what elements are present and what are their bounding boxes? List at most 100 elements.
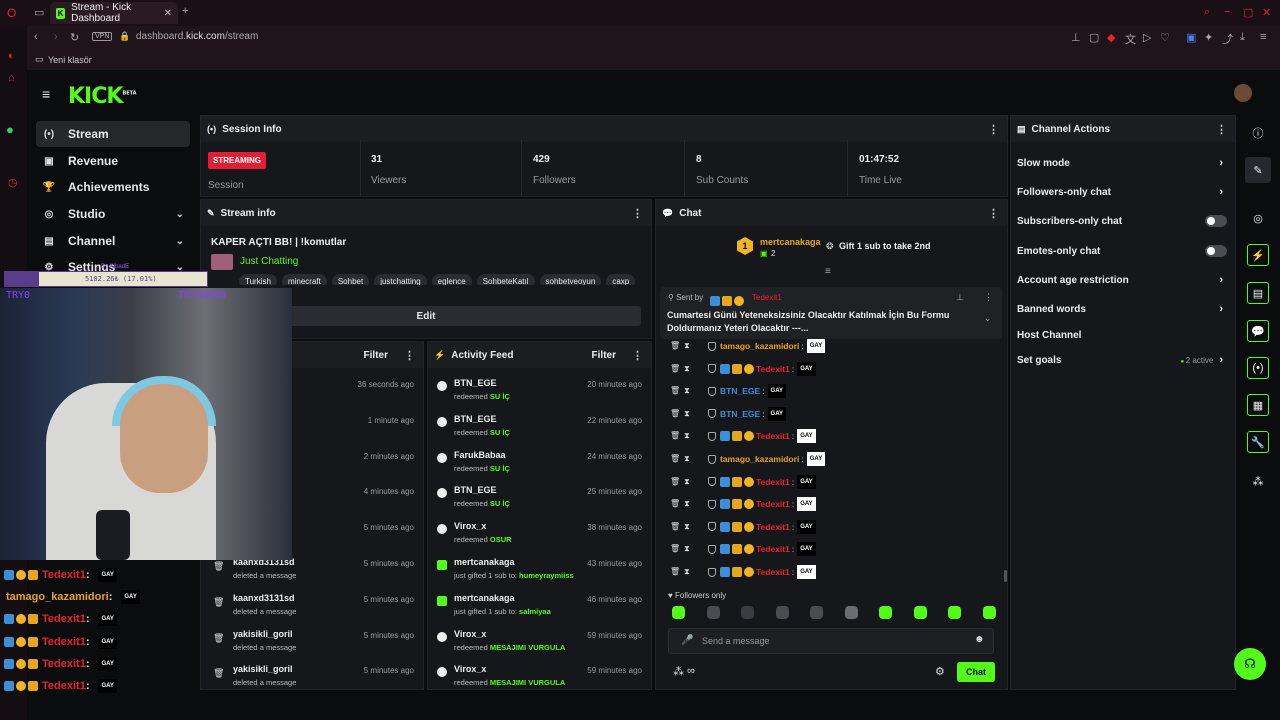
activity-user[interactable]: Virox_x — [454, 664, 486, 674]
activity-user[interactable]: BTN_EGE — [454, 378, 497, 388]
tag[interactable]: sohbetveoyun — [539, 274, 602, 285]
download-icon[interactable]: ⤓ — [1240, 31, 1245, 44]
group-icon[interactable]: ⁂ — [1245, 468, 1271, 494]
vpn-badge[interactable]: VPN — [92, 32, 113, 41]
bag-icon[interactable]: ⌂ — [8, 72, 15, 84]
tag[interactable]: SohbeteKatıl — [476, 274, 535, 285]
emote-icon[interactable] — [706, 606, 720, 619]
hamburger-menu-icon[interactable]: ≡ — [42, 86, 50, 102]
close-tab-icon[interactable]: ✕ — [164, 8, 172, 19]
user-avatar[interactable] — [1234, 84, 1252, 102]
gift-cta[interactable]: Gift 1 sub to take 2nd — [839, 241, 931, 251]
menu-icon[interactable]: ≡ — [1260, 31, 1266, 43]
chat-scrollbar[interactable] — [1004, 570, 1007, 582]
channel-action-slow-mode[interactable]: Slow mode › — [1017, 153, 1227, 173]
chat-username[interactable]: tamago_kazamidori — [720, 454, 799, 464]
opera-logo-icon[interactable]: O — [7, 6, 16, 20]
tag[interactable]: Turkish — [239, 274, 277, 285]
emote-icon[interactable] — [775, 606, 789, 619]
aria-icon[interactable]: ◐ — [8, 50, 15, 62]
collapse-icon[interactable]: ≡ — [825, 266, 831, 277]
activity-user[interactable]: mertcanakaga — [454, 593, 515, 603]
broadcast-icon[interactable]: (•) — [1247, 357, 1269, 379]
nav-studio[interactable]: ◎ Studio ⌄ — [36, 201, 190, 227]
browser-tab-active[interactable]: K Stream - Kick Dashboard ✕ — [50, 2, 178, 24]
kick-points-icon[interactable]: ⁂ — [673, 665, 684, 678]
channel-action-account-age-restriction[interactable]: Account age restriction › — [1017, 270, 1227, 290]
channel-action-banned-words[interactable]: Banned words › — [1017, 299, 1227, 319]
emote-icon[interactable] — [948, 606, 961, 619]
channel-action-set-goals[interactable]: Set goals ● 2 active › — [1017, 350, 1227, 370]
chat-username[interactable]: Tedexit1 — [756, 477, 790, 487]
tag[interactable]: justchatting — [374, 274, 427, 285]
history-icon[interactable]: ◷ — [8, 176, 18, 189]
mod-tools-icon[interactable]: 🗑⧗ — [670, 499, 708, 509]
info-icon[interactable]: ⓘ — [1245, 120, 1271, 146]
clipboard-icon[interactable]: ▤ — [1247, 282, 1269, 304]
kick-logo[interactable]: KICKBETA — [68, 84, 137, 109]
tag[interactable]: caxp — [606, 274, 636, 285]
adblock-icon[interactable]: ◆ — [1107, 31, 1115, 44]
activity-user[interactable]: mertcanakaga — [454, 557, 515, 567]
new-tab-icon[interactable]: + — [182, 5, 188, 17]
mod-tools-icon[interactable]: 🗑⧗ — [670, 567, 708, 577]
activity-user[interactable]: BTN_EGE — [454, 485, 497, 495]
activity-user[interactable]: Virox_x — [454, 521, 486, 531]
mod-tools-icon[interactable]: 🗑⧗ — [670, 454, 708, 464]
microphone-icon[interactable]: 🎤 — [681, 635, 693, 646]
support-chat-button[interactable]: ☊ — [1234, 648, 1266, 680]
mod-tools-icon[interactable]: 🗑⧗ — [670, 544, 708, 554]
bookmark-folder[interactable]: Yeni klasör — [48, 55, 92, 65]
minimize-icon[interactable]: − — [1224, 6, 1230, 18]
emote-icon[interactable] — [810, 606, 823, 619]
activity-user[interactable]: FarukBabaa — [454, 450, 506, 460]
chat-username[interactable]: Tedexit1 — [756, 431, 790, 441]
puzzle-icon[interactable]: ✦ — [1204, 31, 1213, 44]
activity-user[interactable]: Virox_x — [454, 629, 486, 639]
player-icon[interactable]: ▷ — [1143, 31, 1151, 44]
url-text[interactable]: dashboard.kick.com/stream — [136, 31, 258, 42]
maximize-icon[interactable]: ▢ — [1243, 6, 1253, 19]
focus-icon[interactable]: ◎ — [1245, 205, 1271, 231]
message-input[interactable]: 🎤 Send a message ☻ — [668, 628, 994, 654]
mod-tools-icon[interactable]: 🗑⧗ — [670, 409, 708, 419]
emoji-icon[interactable]: ☻ — [974, 634, 985, 645]
edit-icon[interactable]: ✎ — [1245, 157, 1271, 183]
emote-icon[interactable] — [741, 606, 754, 619]
emote-icon[interactable] — [844, 606, 858, 619]
more-options-icon[interactable]: ⋮ — [984, 292, 993, 303]
more-options-icon[interactable]: ⋮ — [404, 349, 415, 362]
chat-username[interactable]: Tedexit1 — [756, 567, 790, 577]
tab-switch-icon[interactable]: ▭ — [34, 6, 44, 19]
translate-icon[interactable]: 文 — [1125, 31, 1136, 47]
channel-action-emotes-only-chat[interactable]: Emotes-only chat — [1017, 241, 1227, 261]
nav-revenue[interactable]: ▣ Revenue — [36, 148, 190, 174]
chat-username[interactable]: tamago_kazamidori — [720, 341, 799, 351]
chat-username[interactable]: Tedexit1 — [756, 499, 790, 509]
emote-icon[interactable] — [879, 606, 892, 619]
tag[interactable]: minecraft — [281, 274, 327, 285]
event-user[interactable]: yakisikli_goril — [233, 629, 293, 639]
mod-tools-icon[interactable]: 🗑⧗ — [670, 364, 708, 374]
pin-icon[interactable]: ⊥ — [1071, 31, 1081, 44]
expand-icon[interactable]: ⌄ — [984, 313, 992, 324]
mod-tools-icon[interactable]: 🗑⧗ — [670, 431, 708, 441]
chat-username[interactable]: BTN_EGE — [720, 409, 760, 419]
mod-tools-icon[interactable]: 🗑⧗ — [670, 341, 708, 351]
extension-icon[interactable]: ▣ — [1186, 31, 1196, 44]
event-user[interactable]: yakisikli_goril — [233, 664, 293, 674]
unpin-icon[interactable]: ⊥ — [956, 292, 964, 303]
mod-tools-icon[interactable]: 🗑⧗ — [670, 386, 708, 396]
top-gifter-name[interactable]: mertcanakaga — [760, 237, 821, 247]
mod-tools-icon[interactable]: 🗑⧗ — [670, 477, 708, 487]
channel-action-followers-only-chat[interactable]: Followers-only chat › — [1017, 182, 1227, 202]
pinned-user[interactable]: Tedexit1 — [752, 293, 782, 302]
reload-icon[interactable]: ↻ — [70, 31, 79, 44]
more-options-icon[interactable]: ⋮ — [988, 123, 999, 136]
heart-icon[interactable]: ♡ — [1160, 31, 1170, 44]
send-chat-button[interactable]: Chat — [957, 662, 995, 682]
mod-tools-icon[interactable]: 🗑⧗ — [670, 522, 708, 532]
back-icon[interactable]: ‹ — [34, 31, 38, 43]
nav-channel[interactable]: ▤ Channel ⌄ — [36, 228, 190, 254]
toggle-switch[interactable] — [1205, 215, 1227, 227]
